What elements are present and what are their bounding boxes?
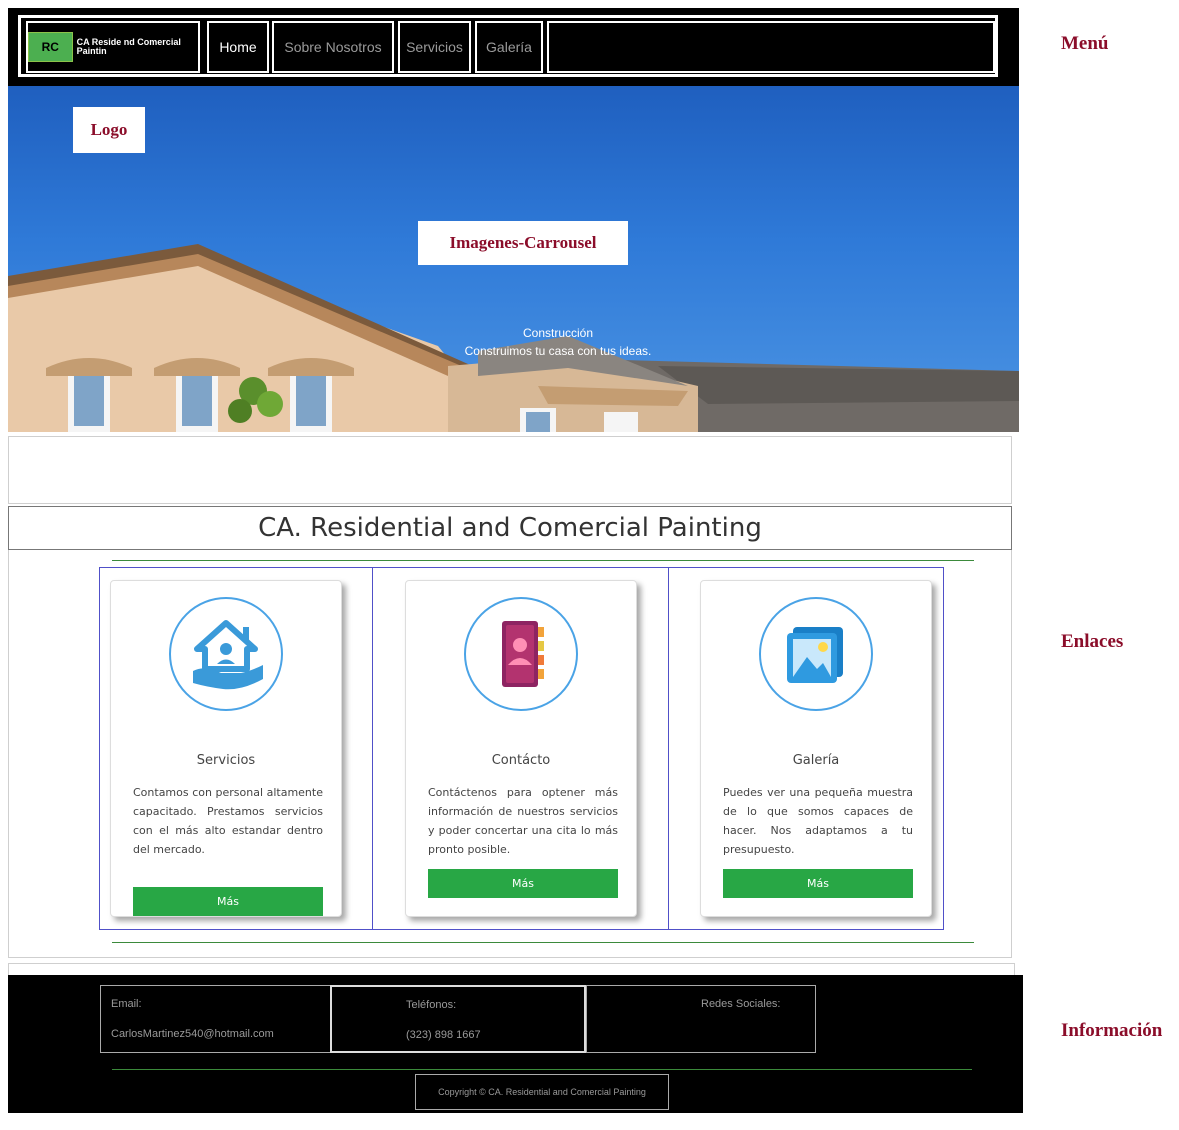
card-title: Contácto: [491, 753, 551, 768]
nav-empty-cell: [547, 21, 995, 73]
carousel-annotation: Imagenes-Carrousel: [418, 221, 628, 265]
email-value[interactable]: CarlosMartinez540@hotmail.com: [111, 1028, 274, 1040]
email-label: Email:: [111, 998, 142, 1010]
logo-mark: RC: [28, 32, 73, 62]
gallery-image-icon[interactable]: [759, 597, 873, 711]
social-label: Redes Sociales:: [701, 998, 781, 1010]
brand-logo[interactable]: RC CA Reside nd Comercial Paintin: [26, 21, 200, 73]
cards-container: Servicios Contamos con personal altament…: [99, 567, 944, 930]
divider-bottom: [112, 942, 974, 943]
nav-link-sobre-nosotros[interactable]: Sobre Nosotros: [272, 21, 394, 73]
navbar: RC CA Reside nd Comercial Paintin Home S…: [8, 8, 1019, 86]
info-annotation: Información: [1061, 1020, 1163, 1041]
nav-link-servicios[interactable]: Servicios: [398, 21, 471, 73]
contact-book-icon[interactable]: [464, 597, 578, 711]
email-box: Email: CarlosMartinez540@hotmail.com: [100, 985, 332, 1053]
nav-link-galeria[interactable]: Galería: [475, 21, 543, 73]
carousel-caption-subtitle: Construimos tu casa con tus ideas.: [464, 344, 652, 358]
mas-button-servicios[interactable]: Más: [133, 887, 323, 916]
card-description: Contáctenos para optener más información…: [428, 786, 618, 856]
navbar-inner: RC CA Reside nd Comercial Paintin Home S…: [18, 15, 998, 77]
spacer-section: [8, 436, 1012, 504]
page-title: CA. Residential and Comercial Painting: [8, 506, 1012, 550]
card-title: Servicios: [196, 753, 256, 768]
copyright-text: Copyright © CA. Residential and Comercia…: [415, 1074, 669, 1110]
footer: Email: CarlosMartinez540@hotmail.com Tel…: [8, 975, 1023, 1113]
social-box: Redes Sociales:: [586, 985, 816, 1053]
logo-text: CA Reside nd Comercial Paintin: [76, 37, 181, 56]
house-hand-icon[interactable]: [169, 597, 283, 711]
footer-divider: [112, 1069, 972, 1070]
carousel-caption-title: Construcción: [522, 326, 594, 340]
column-divider: [372, 568, 373, 929]
phone-box: Teléfonos: (323) 898 1667: [330, 985, 586, 1053]
divider-top: [112, 560, 974, 561]
menu-annotation: Menú: [1061, 33, 1109, 54]
nav-link-home[interactable]: Home: [207, 21, 269, 73]
logo-annotation: Logo: [73, 107, 145, 153]
phone-label: Teléfonos:: [406, 999, 457, 1011]
links-annotation: Enlaces: [1061, 631, 1124, 652]
card-servicios: Servicios Contamos con personal altament…: [110, 580, 342, 917]
card-description: Contamos con personal altamente capacita…: [133, 786, 323, 856]
card-description: Puedes ver una pequeña muestra de lo que…: [723, 786, 913, 856]
hero-carousel[interactable]: Logo Imagenes-Carrousel Construcción Con…: [8, 86, 1019, 432]
card-contacto: Contácto Contáctenos para optener más in…: [405, 580, 637, 917]
mas-button-contacto[interactable]: Más: [428, 869, 618, 898]
card-title: Galería: [792, 753, 840, 768]
column-divider: [668, 568, 669, 929]
phone-value[interactable]: (323) 898 1667: [406, 1029, 481, 1041]
card-galeria: Galería Puedes ver una pequeña muestra d…: [700, 580, 932, 917]
mas-button-galeria[interactable]: Más: [723, 869, 913, 898]
